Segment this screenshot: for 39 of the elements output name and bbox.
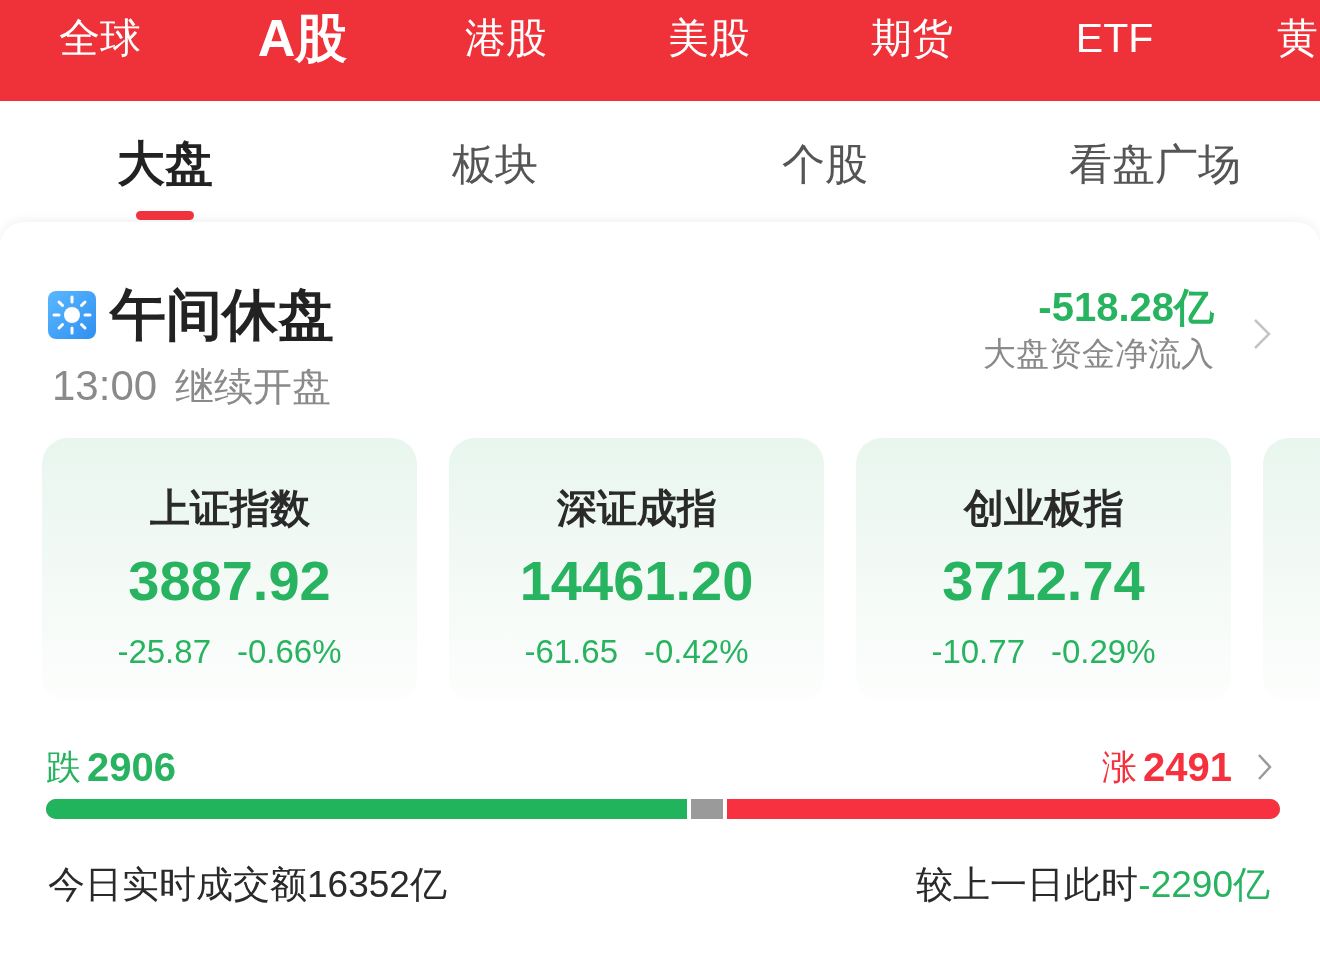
index-value: 3712.74	[942, 548, 1145, 614]
index-change: -25.87	[117, 632, 211, 672]
compare-value: -2290亿	[1138, 863, 1270, 907]
market-tab[interactable]: 全球	[0, 0, 201, 101]
view-tab[interactable]: 板块	[452, 137, 538, 191]
session-title: 午间休盘	[110, 282, 334, 348]
sun-icon	[48, 291, 96, 339]
index-name: 上证指数	[149, 485, 310, 532]
index-change-percent: -0.42%	[644, 632, 749, 672]
resume-time: 13:00	[52, 361, 158, 411]
compare-label: 较上一日此时	[916, 863, 1139, 907]
market-tab[interactable]: 港股	[404, 0, 607, 101]
advance-count: 2491	[1143, 745, 1232, 789]
net-inflow-label: 大盘资金净流入	[983, 334, 1214, 374]
market-tab[interactable]: 黄	[1216, 0, 1318, 101]
market-tab[interactable]: 期货	[810, 0, 1013, 101]
view-tab[interactable]: 大盘	[117, 137, 213, 191]
chevron-right-icon[interactable]	[1256, 753, 1272, 781]
chevron-right-icon[interactable]	[1252, 318, 1272, 350]
resume-label: 继续开盘	[175, 364, 332, 410]
index-name: 创业板指	[963, 485, 1124, 532]
decline-label: 跌	[46, 746, 81, 788]
index-change-percent: -0.29%	[1051, 632, 1156, 672]
decline-count: 2906	[87, 745, 176, 789]
view-tab[interactable]: 看盘广场	[1069, 137, 1241, 191]
market-tab[interactable]: ETF	[1013, 0, 1216, 101]
index-name: 深证成指	[556, 485, 717, 532]
turnover-text: 今日实时成交额16352亿	[48, 863, 447, 907]
index-change-percent: -0.66%	[237, 632, 342, 672]
index-change: -61.65	[524, 632, 618, 672]
view-tab[interactable]: 个股	[782, 137, 868, 191]
index-value: 14461.20	[519, 548, 754, 614]
active-tab-indicator	[136, 211, 194, 220]
index-change: -10.77	[931, 632, 1025, 672]
index-value: 3887.92	[128, 548, 331, 614]
net-inflow-value: -518.28亿	[1038, 284, 1214, 331]
advance-label: 涨	[1102, 746, 1137, 788]
market-tab[interactable]: 美股	[607, 0, 810, 101]
market-tab[interactable]: A股	[201, 0, 404, 101]
